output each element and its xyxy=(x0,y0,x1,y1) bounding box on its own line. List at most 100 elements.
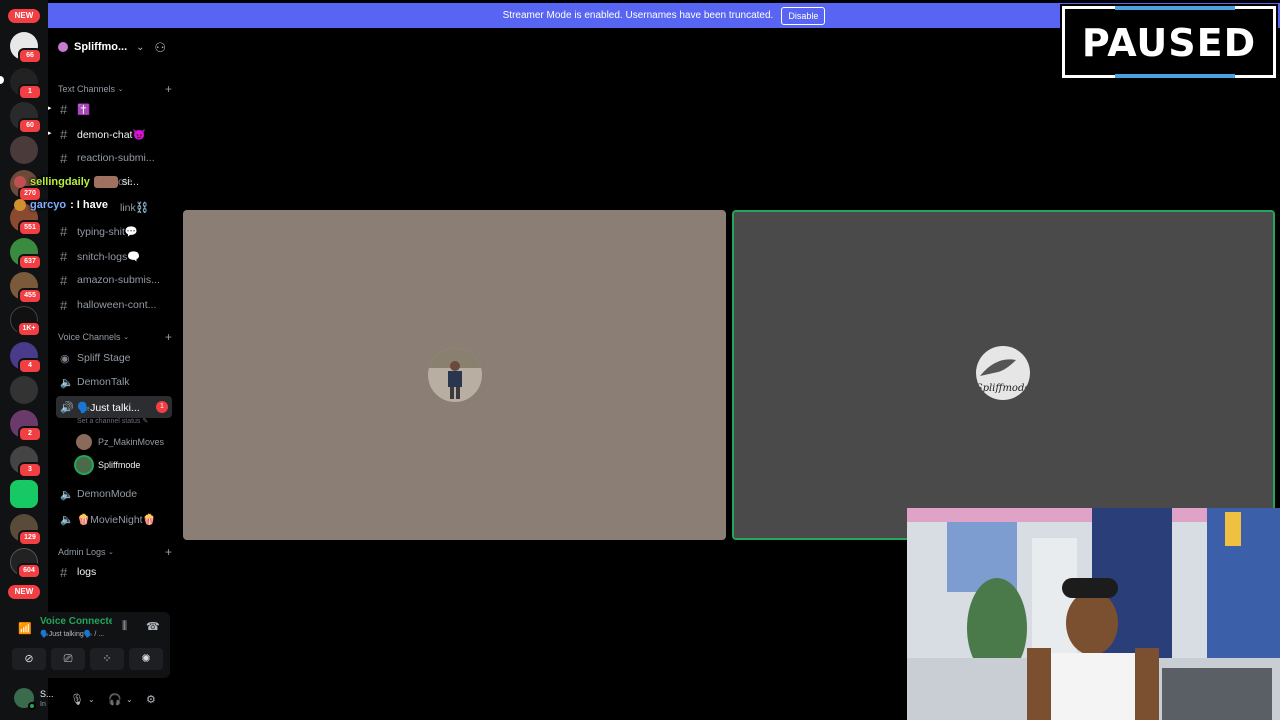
user-status: In xyxy=(40,701,46,708)
avatar xyxy=(14,199,26,211)
channel-text[interactable]: # typing-shit💬 xyxy=(56,220,172,242)
category-voice-channels[interactable]: Voice Channels ⌄ + xyxy=(58,330,172,344)
server-header[interactable]: Spliffmo... ⌄ ⚇ xyxy=(48,30,176,64)
hash-icon: # xyxy=(60,126,68,142)
chevron-down-icon[interactable]: ⌄ xyxy=(126,695,133,704)
webcam-overlay xyxy=(907,508,1280,720)
avatar xyxy=(76,457,92,473)
server-icon[interactable]: 3 xyxy=(10,446,42,478)
unread-pip xyxy=(0,76,4,84)
create-channel-icon[interactable]: + xyxy=(165,330,172,344)
new-pill-bottom[interactable]: NEW xyxy=(8,585,40,599)
server-icon[interactable]: 4 xyxy=(10,342,42,374)
headphones-icon[interactable]: 🎧 xyxy=(108,693,122,706)
hash-icon: # xyxy=(60,564,68,580)
voice-status-title: Voice Connected xyxy=(40,616,112,627)
channel-text[interactable]: # ✝️ xyxy=(56,98,172,120)
channel-text[interactable]: # reaction-submi... xyxy=(56,147,172,169)
create-channel-icon[interactable]: + xyxy=(165,545,172,559)
microphone-icon[interactable]: 🎙 xyxy=(70,693,84,706)
server-icon[interactable]: 637 xyxy=(10,238,42,270)
channel-voice[interactable]: 🔈 DemonTalk xyxy=(56,371,172,393)
channel-voice[interactable]: 🔈 🍿MovieNight🍿 xyxy=(56,508,172,530)
channel-text[interactable]: # snitch-logs🗨️ xyxy=(56,245,172,267)
channel-status[interactable]: Set a channel status ✎ xyxy=(77,417,148,425)
activities-button[interactable]: ⁘ xyxy=(90,648,124,670)
participant-tile-2[interactable]: Spliffmode xyxy=(732,210,1275,540)
signal-icon[interactable]: 📶 xyxy=(18,622,32,635)
paused-overlay: PAUSED xyxy=(1062,6,1276,78)
voice-status-subtitle[interactable]: 🗣️Just talking🗣️ / ... xyxy=(40,630,104,638)
speaker-icon: 🔈 xyxy=(60,513,74,526)
paused-accent-top xyxy=(1115,6,1235,10)
avatar xyxy=(14,176,26,188)
chat-overlay-line: sellingdaily si... xyxy=(14,176,139,188)
hash-icon: # xyxy=(60,248,68,264)
chevron-down-icon: ⌄ xyxy=(136,41,145,53)
server-icon[interactable]: 129 xyxy=(10,514,42,546)
channel-text[interactable]: # logs xyxy=(56,561,172,583)
unread-dot: ▸ xyxy=(48,130,52,137)
channel-text[interactable]: # amazon-submis... xyxy=(56,269,172,291)
soundboard-button[interactable]: ✺ xyxy=(129,648,163,670)
chevron-down-icon: ⌄ xyxy=(108,549,114,556)
unread-dot: ▸ xyxy=(48,105,52,112)
avatar: Spliffmode xyxy=(976,346,1030,400)
server-icon[interactable]: 1K+ xyxy=(10,306,41,337)
disable-button[interactable]: Disable xyxy=(781,6,826,25)
create-channel-icon[interactable]: + xyxy=(165,82,172,96)
noise-suppression-icon[interactable]: ⫼ xyxy=(122,620,127,633)
online-status-icon xyxy=(28,702,36,710)
pencil-icon: ✎ xyxy=(142,418,149,425)
server-icon[interactable]: 66 xyxy=(10,32,42,64)
gear-icon[interactable]: ⚙ xyxy=(146,693,156,706)
channel-voice[interactable]: ◉ Spliff Stage xyxy=(56,347,172,369)
channel-text[interactable]: # halloween-cont... xyxy=(56,294,172,316)
mention-badge: 1 xyxy=(156,401,168,413)
screen-share-button[interactable]: ⎚ xyxy=(51,648,85,670)
hash-icon: # xyxy=(60,223,68,239)
app-window: NEW 66 1 60 270 551 637 455 1K+ 4 2 3 12… xyxy=(0,0,1280,720)
server-icon[interactable] xyxy=(10,376,38,404)
server-icon[interactable]: 60 xyxy=(10,102,42,134)
server-icon[interactable] xyxy=(10,136,38,164)
channel-voice-active[interactable]: 🔊 🗣️Just talki... 1 xyxy=(56,396,172,418)
channel-voice[interactable]: 🔈 DemonMode xyxy=(56,483,172,505)
server-icon[interactable] xyxy=(10,480,38,508)
disconnect-icon[interactable]: ☎ xyxy=(146,620,160,633)
speaker-icon: 🔊 xyxy=(60,401,74,414)
avatar xyxy=(428,348,482,402)
hash-icon: # xyxy=(60,272,68,288)
hash-icon: # xyxy=(60,150,68,166)
category-admin-logs[interactable]: Admin Logs ⌄ + xyxy=(58,545,172,559)
voice-user[interactable]: Pz_MakinMoves xyxy=(76,434,164,450)
username: S... xyxy=(40,689,54,699)
camera-off-button[interactable]: ⊘ xyxy=(12,648,46,670)
new-pill-top[interactable]: NEW xyxy=(8,9,40,23)
server-icon[interactable]: 455 xyxy=(10,272,42,304)
tile-caption: Spliffmode xyxy=(976,383,1030,394)
participant-tile-1[interactable] xyxy=(183,210,726,540)
voice-user[interactable]: Spliffmode xyxy=(76,457,140,473)
channel-text[interactable]: # demon-chat😈 xyxy=(56,123,172,145)
category-text-channels[interactable]: Text Channels ⌄ + xyxy=(58,82,172,96)
banner-message: Streamer Mode is enabled. Usernames have… xyxy=(502,10,774,21)
invite-people-icon[interactable]: ⚇ xyxy=(154,40,166,56)
chevron-down-icon: ⌄ xyxy=(117,86,124,93)
chevron-down-icon[interactable]: ⌄ xyxy=(88,695,95,704)
stage-icon: ◉ xyxy=(60,352,70,365)
server-name: Spliffmo... xyxy=(74,41,128,53)
speaker-icon: 🔈 xyxy=(60,376,74,389)
server-icon[interactable]: 1 xyxy=(10,68,42,100)
chat-overlay-line: garcyo : I have xyxy=(14,199,108,211)
server-icon[interactable]: 604 xyxy=(10,548,41,579)
server-boost-icon xyxy=(58,42,68,52)
server-icon[interactable]: 2 xyxy=(10,410,42,442)
chevron-down-icon: ⌄ xyxy=(123,334,129,341)
speaker-icon: 🔈 xyxy=(60,488,74,501)
paused-accent-bottom xyxy=(1115,74,1235,78)
emote-icon xyxy=(93,176,118,188)
voice-connected-panel: 📶 Voice Connected 🗣️Just talking🗣️ / ...… xyxy=(6,612,170,678)
hash-icon: # xyxy=(60,101,68,117)
user-panel: S... In 🎙 ⌄ 🎧 ⌄ ⚙ xyxy=(6,684,170,716)
